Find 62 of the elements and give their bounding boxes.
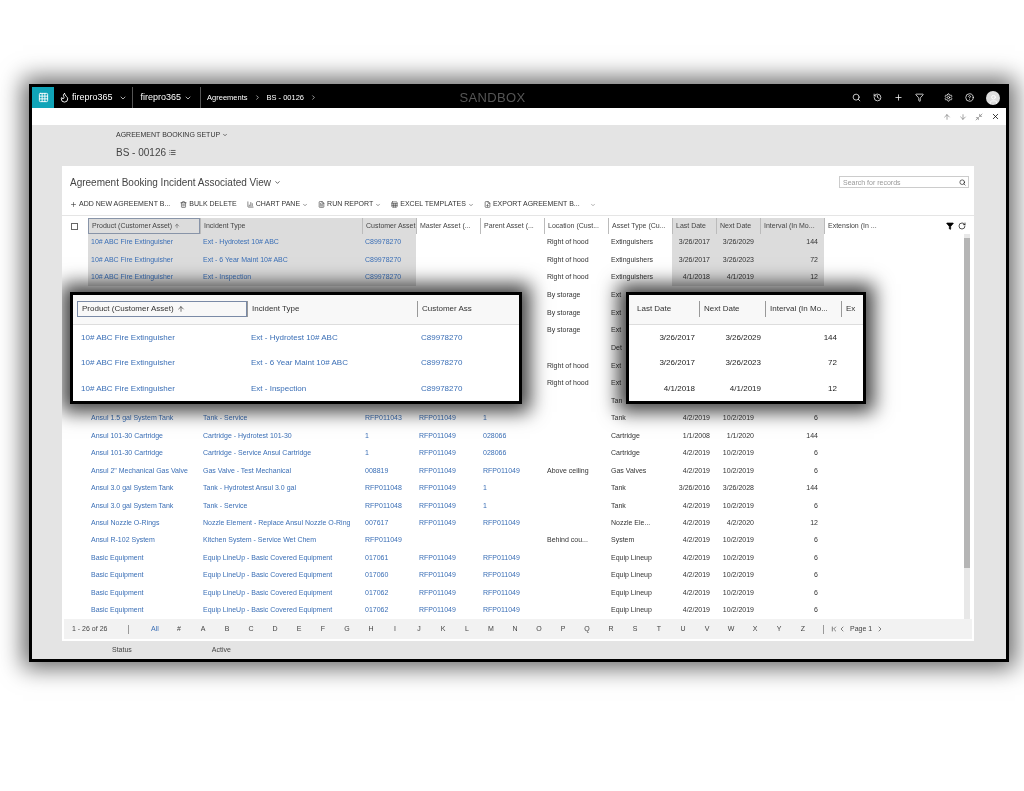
table-cell: 4/1/2018	[663, 383, 695, 393]
caret-icon	[375, 201, 382, 208]
area-name[interactable]: firepro365	[140, 90, 182, 105]
column-header[interactable]: Ex	[841, 301, 863, 318]
refresh-icon[interactable]	[958, 222, 966, 230]
sort-arrow-icon	[174, 223, 181, 229]
link-cell[interactable]: Ext - Inspection	[251, 383, 307, 393]
chevron-right-icon	[310, 94, 318, 101]
record-title: BS - 00126	[116, 145, 167, 160]
filter-icon[interactable]	[946, 222, 954, 230]
column-header[interactable]: Interval (In Mo...	[765, 301, 841, 318]
column-header[interactable]: Product (Customer Asset)	[77, 301, 247, 318]
link-cell[interactable]: C89978270	[421, 358, 463, 368]
trash-icon	[180, 201, 188, 208]
bar-chart-icon	[246, 201, 254, 208]
column-header[interactable]: Last Date	[633, 301, 699, 318]
select-all-checkbox[interactable]	[71, 222, 78, 230]
caret-icon	[467, 201, 474, 208]
app-name: firepro365	[72, 90, 113, 104]
help-icon[interactable]	[965, 93, 974, 102]
settings-icon[interactable]	[944, 93, 953, 102]
link-cell[interactable]: 10# ABC Fire Extinguisher	[81, 332, 175, 342]
first-page-icon[interactable]	[830, 625, 838, 633]
table-cell: 3/26/2023	[725, 358, 761, 368]
spreadsheet-icon	[391, 201, 399, 208]
table-cell: 144	[823, 332, 837, 342]
file-download-icon	[483, 201, 491, 208]
search-icon[interactable]	[959, 178, 966, 186]
link-cell[interactable]: Ext - Hydrotest 10# ABC	[251, 332, 338, 342]
column-header[interactable]: Customer Ass	[417, 301, 507, 318]
collapse-icon[interactable]	[975, 112, 983, 121]
table-cell: 3/26/2017	[659, 332, 695, 342]
previous-page-icon[interactable]	[838, 625, 846, 633]
close-icon[interactable]	[991, 112, 1000, 121]
table-cell: 72	[828, 358, 837, 368]
table-cell: 3/26/2017	[659, 358, 695, 368]
scrollbar-thumb[interactable]	[964, 238, 970, 568]
app-launcher-button[interactable]	[32, 87, 54, 108]
flame-logo-icon	[59, 92, 70, 103]
document-icon	[318, 201, 326, 208]
grid-icon	[37, 92, 49, 103]
link-cell[interactable]: 10# ABC Fire Extinguisher	[81, 383, 175, 393]
link-cell[interactable]: Ext - 6 Year Maint 10# ABC	[251, 358, 348, 368]
caret-icon	[302, 201, 309, 208]
link-cell[interactable]: C89978270	[421, 332, 463, 342]
caret-icon[interactable]	[274, 178, 282, 186]
view-title[interactable]: Agreement Booking Incident Associated View	[70, 174, 272, 190]
table-cell: 12	[828, 383, 837, 393]
column-header[interactable]: Incident Type	[247, 301, 417, 318]
link-cell[interactable]: 10# ABC Fire Extinguisher	[81, 358, 175, 368]
plus-icon[interactable]	[894, 93, 903, 102]
table-cell: 3/26/2029	[725, 332, 761, 342]
avatar-icon[interactable]	[986, 90, 1000, 105]
environment-label: SANDBOX	[459, 88, 526, 107]
link-cell[interactable]: C89978270	[421, 383, 463, 393]
table-cell: 4/1/2019	[729, 383, 761, 393]
list-icon[interactable]	[169, 148, 177, 156]
plus-icon	[70, 201, 77, 208]
chevron-right-icon	[253, 94, 261, 101]
sort-arrow-icon	[176, 305, 185, 314]
history-icon[interactable]	[873, 93, 882, 102]
column-header[interactable]: Next Date	[699, 301, 765, 318]
